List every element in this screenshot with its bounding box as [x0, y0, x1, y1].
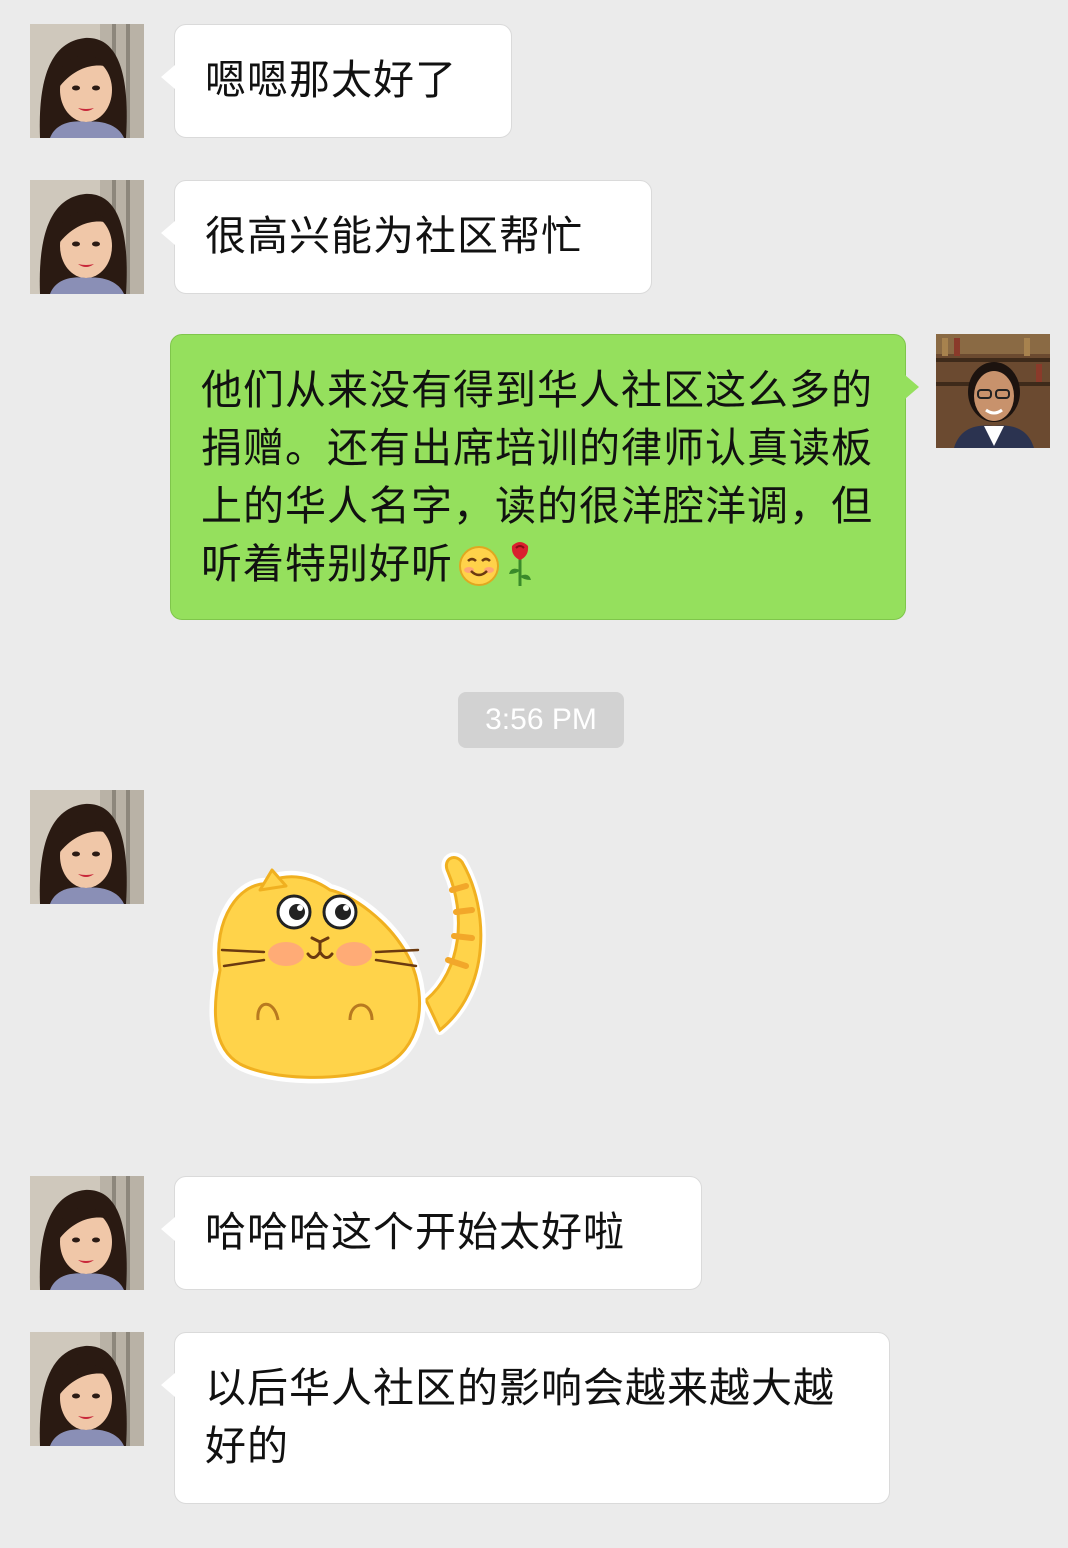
- message-bubble[interactable]: 哈哈哈这个开始太好啦: [161, 1176, 702, 1290]
- message-bubble[interactable]: 他们从来没有得到华人社区这么多的捐赠。还有出席培训的律师认真读板上的华人名字，读…: [170, 334, 919, 620]
- message-bubble[interactable]: 很高兴能为社区帮忙: [161, 180, 652, 294]
- contact-avatar[interactable]: [30, 24, 144, 138]
- smiling-face-icon: [457, 544, 501, 603]
- message-text: 他们从来没有得到华人社区这么多的捐赠。还有出席培训的律师认真读板上的华人名字，读…: [201, 366, 873, 588]
- rose-icon: [505, 540, 535, 603]
- message-text: 哈哈哈这个开始太好啦: [205, 1208, 625, 1256]
- message-text: 以后华人社区的影响会越来越大越好的: [205, 1364, 835, 1470]
- contact-avatar[interactable]: [30, 790, 144, 904]
- message-bubble[interactable]: 嗯嗯那太好了: [161, 24, 512, 138]
- my-avatar[interactable]: [936, 334, 1050, 448]
- message-text: 很高兴能为社区帮忙: [205, 212, 583, 260]
- contact-avatar[interactable]: [30, 1332, 144, 1446]
- contact-avatar[interactable]: [30, 1176, 144, 1290]
- contact-avatar[interactable]: [30, 180, 144, 294]
- message-text: 嗯嗯那太好了: [205, 56, 457, 104]
- timestamp: 3:56 PM: [458, 692, 624, 748]
- message-bubble[interactable]: 以后华人社区的影响会越来越大越好的: [161, 1332, 890, 1504]
- yellow-cat-sticker[interactable]: [200, 850, 500, 1090]
